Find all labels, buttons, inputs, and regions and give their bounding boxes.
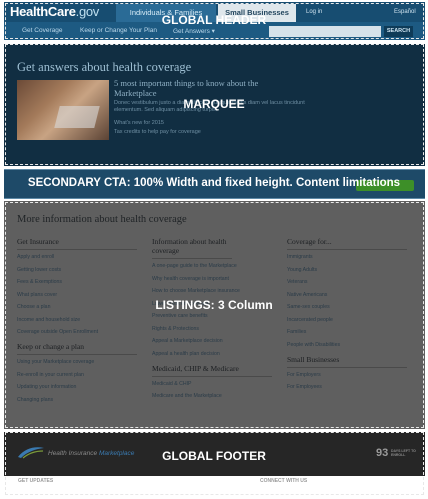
annotation-marquee: MARQUEE	[183, 97, 245, 111]
annotation-secondary-cta: SECONDARY CTA: 100% Width and fixed heig…	[27, 177, 401, 189]
listings-outline	[5, 202, 424, 428]
wireframe-page: HealthCare.gov Individuals & Families Sm…	[0, 0, 428, 499]
annotation-listings: LISTINGS: 3 Column	[155, 298, 273, 312]
footer-outline	[5, 432, 424, 495]
annotation-global-header: GLOBAL HEADER	[161, 13, 267, 27]
annotation-global-footer: GLOBAL FOOTER	[162, 449, 266, 463]
